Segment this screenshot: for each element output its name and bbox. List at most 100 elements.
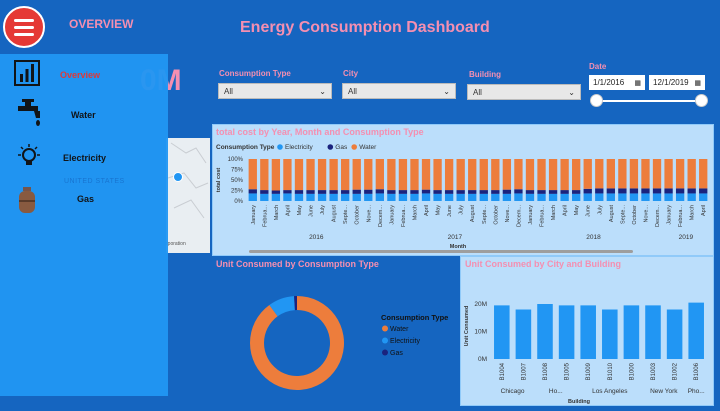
legend-label: Gas (390, 350, 403, 357)
x-tick-label: January (251, 205, 257, 225)
sidebar-item-label: Gas (77, 194, 95, 204)
x-tick-label: Septe... (482, 205, 488, 224)
stack-segment (525, 159, 535, 191)
stack-segment (410, 190, 419, 194)
stack-segment (606, 193, 615, 201)
stack-segment (352, 159, 361, 190)
stack-segment (641, 193, 650, 201)
page-title: Energy Consumption Dashboard (240, 19, 490, 36)
x-tick-label: March (274, 205, 280, 220)
building-dropdown[interactable]: All ⌄ (467, 84, 581, 100)
x-tick-label: March (412, 205, 418, 220)
y-tick-label: 25% (231, 189, 244, 195)
stack-segment (675, 159, 685, 189)
stack-segment (444, 159, 454, 191)
x-tick-label: Decem... (516, 205, 522, 227)
stack-segment (699, 159, 708, 189)
stack-segment (341, 190, 350, 194)
date-slider-start-handle[interactable] (590, 94, 603, 107)
sidebar-item-electricity[interactable]: Electricity (0, 140, 168, 178)
stack-segment (421, 193, 431, 201)
sidebar: Overview Water Electricity Gas UNITED ST… (0, 54, 168, 396)
x-tick-label: B1009 (586, 362, 592, 380)
stack-segment (375, 189, 384, 194)
stack-segment (687, 188, 696, 194)
stack-segment (364, 159, 373, 190)
calendar-icon: ▦ (634, 79, 641, 87)
stack-segment (537, 190, 546, 194)
menu-button[interactable] (3, 6, 45, 48)
year-label: 2018 (586, 234, 601, 241)
map-panel[interactable]: rporation (166, 138, 210, 253)
stack-segment (606, 159, 615, 189)
start-date-input[interactable]: 1/1/2016 ▦ (589, 75, 645, 90)
map-canvas (167, 142, 209, 219)
stack-segment (329, 159, 338, 191)
stack-segment (664, 159, 673, 189)
x-tick-label: B1004 (500, 362, 506, 380)
consumption-type-dropdown[interactable]: All ⌄ (218, 83, 332, 99)
y-tick-label: 100% (228, 157, 244, 163)
stack-segment (364, 189, 373, 194)
stack-segment (317, 193, 327, 201)
stack-segment (699, 188, 708, 194)
y-axis-label: Unit Consumed (464, 306, 470, 347)
stack-segment (260, 193, 269, 201)
city-value: All (348, 86, 357, 96)
date-slider-track[interactable] (597, 100, 701, 102)
stack-segment (641, 159, 650, 189)
x-tick-label: B1002 (673, 362, 679, 380)
x-tick-label: June (586, 205, 592, 217)
stack-segment (329, 193, 338, 201)
sidebar-item-gas[interactable]: Gas (0, 182, 168, 220)
map-country-label: UNITED STATES (64, 178, 125, 185)
unit-building-chart-svg: Unit Consumed 20M 10M 0M B1004 B1007 B1008 B100… (464, 301, 705, 405)
legend-marker (351, 144, 357, 150)
stack-segment (341, 159, 350, 191)
end-date-value: 12/1/2019 (653, 78, 689, 87)
x-tick-label: January (528, 205, 534, 225)
stack-segment (456, 193, 465, 201)
cost-chart-title: total cost by Year, Month and Consumptio… (216, 127, 424, 137)
cost-chart-panel[interactable]: total cost by Year, Month and Consumptio… (212, 124, 714, 256)
stack-segment (260, 190, 269, 194)
overview-label[interactable]: OVERVIEW (69, 17, 133, 31)
legend-marker (327, 144, 334, 150)
y-axis-label: total cost (216, 168, 222, 193)
sidebar-item-water[interactable]: Water (0, 98, 168, 136)
stack-segment (387, 193, 396, 201)
legend-marker (382, 325, 388, 332)
group-label: Pho... (688, 388, 705, 395)
group-label: Ho... (549, 388, 563, 395)
year-label: 2016 (309, 234, 324, 241)
stack-segment (317, 190, 327, 194)
unit-type-panel[interactable]: Unit Consumed by Consumption Type Consum… (212, 256, 458, 402)
sidebar-item-overview[interactable]: Overview (0, 56, 168, 94)
stack-segment (444, 193, 454, 201)
year-label: 2017 (448, 234, 463, 241)
building-value: All (473, 87, 482, 97)
unit-building-panel[interactable]: Unit Consumed by City and Building Unit … (460, 256, 714, 406)
bar (537, 304, 553, 359)
horizontal-scrollbar (249, 250, 633, 253)
x-tick-label: October (355, 205, 361, 225)
y-tick-label: 10M (474, 329, 487, 336)
stack-segment (514, 159, 523, 190)
stack-segment (618, 188, 627, 194)
bar (645, 305, 661, 359)
menu-line (14, 18, 34, 22)
x-tick-label: April (563, 205, 569, 216)
stack-segment (652, 193, 662, 201)
legend-title: Consumption Type (216, 144, 275, 151)
stack-segment (283, 190, 292, 194)
city-dropdown[interactable]: All ⌄ (342, 83, 456, 99)
stack-segment (514, 193, 523, 201)
x-tick-label: April (701, 205, 707, 216)
date-slider-end-handle[interactable] (695, 94, 708, 107)
stack-segment (468, 159, 477, 191)
stack-segment (514, 189, 523, 194)
stack-segment (433, 159, 442, 191)
sidebar-item-label: Water (71, 110, 96, 120)
end-date-input[interactable]: 12/1/2019 ▦ (649, 75, 705, 90)
bar (688, 302, 704, 359)
